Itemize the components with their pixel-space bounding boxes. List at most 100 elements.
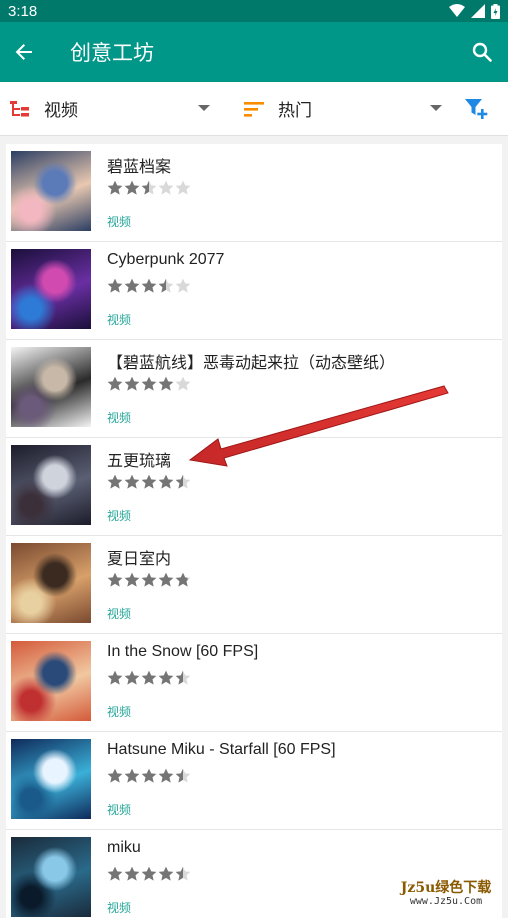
type-filter-dropdown[interactable]: 视频 (0, 82, 220, 135)
star-icon (124, 670, 140, 685)
star-icon (175, 474, 191, 489)
star-icon (107, 768, 123, 783)
watermark: Jz5u绿色下载 www.Jz5u.Com (390, 880, 502, 910)
item-category: 视频 (107, 607, 132, 621)
item-title: In the Snow [60 FPS] (107, 643, 259, 660)
type-filter-label: 视频 (44, 101, 78, 121)
star-icon (158, 278, 174, 293)
item-category: 视频 (107, 215, 132, 229)
star-icon (124, 278, 140, 293)
wallpaper-thumbnail (11, 641, 91, 721)
watermark-title: Jz5u绿色下载 (400, 880, 492, 896)
rating-stars (107, 376, 395, 392)
list-item[interactable]: Hatsune Miku - Starfall [60 FPS] 视频 (6, 732, 502, 830)
star-icon (158, 376, 174, 391)
star-icon (141, 180, 157, 195)
star-icon (175, 768, 191, 783)
tree-type-icon (10, 100, 29, 116)
wallpaper-thumbnail (11, 445, 91, 525)
search-icon (472, 42, 492, 62)
rating-stars (107, 474, 191, 490)
item-title: miku (107, 839, 141, 856)
rating-stars (107, 670, 258, 686)
star-icon (107, 180, 123, 195)
star-icon (107, 670, 123, 685)
star-icon (107, 572, 123, 587)
rating-stars (107, 180, 191, 196)
back-button[interactable] (0, 28, 48, 76)
rating-stars (107, 866, 191, 882)
star-icon (141, 768, 157, 783)
item-category: 视频 (107, 411, 132, 425)
search-button[interactable] (460, 30, 504, 74)
star-icon (124, 572, 140, 587)
star-icon (141, 670, 157, 685)
item-title: 碧蓝档案 (107, 159, 172, 176)
rating-stars (107, 572, 191, 588)
battery-icon (491, 3, 500, 19)
item-info: 【碧蓝航线】恶毒动起来拉（动态壁纸） 视频 (107, 340, 395, 426)
wifi-icon (449, 4, 465, 17)
star-icon (124, 376, 140, 391)
list-item[interactable]: 碧蓝档案 视频 (6, 144, 502, 242)
star-icon (175, 180, 191, 195)
item-info: 五更琉璃 视频 (107, 438, 191, 524)
list-item[interactable]: 五更琉璃 视频 (6, 438, 502, 536)
star-icon (158, 670, 174, 685)
signal-icon (471, 4, 485, 18)
list-item[interactable]: 夏日室内 视频 (6, 536, 502, 634)
star-icon (175, 572, 191, 587)
page-title: 创意工坊 (70, 41, 154, 65)
star-icon (158, 474, 174, 489)
item-title: 【碧蓝航线】恶毒动起来拉（动态壁纸） (107, 355, 396, 372)
sort-filter-dropdown[interactable]: 热门 (220, 82, 442, 135)
status-icons (449, 3, 500, 19)
wallpaper-list: 碧蓝档案 视频 Cyberpunk 2077 视频 【碧蓝航线】恶毒动起来拉（动态壁纸）… (6, 144, 502, 918)
item-title: Hatsune Miku - Starfall [60 FPS] (107, 741, 336, 758)
item-info: Hatsune Miku - Starfall [60 FPS] 视频 (107, 732, 336, 818)
star-icon (175, 670, 191, 685)
list-item[interactable]: Cyberpunk 2077 视频 (6, 242, 502, 340)
item-category: 视频 (107, 509, 132, 523)
item-title: 夏日室内 (107, 551, 172, 568)
list-item[interactable]: In the Snow [60 FPS] 视频 (6, 634, 502, 732)
rating-stars (107, 278, 224, 294)
sort-filter-label: 热门 (278, 101, 312, 121)
item-category: 视频 (107, 313, 132, 327)
star-icon (158, 180, 174, 195)
item-info: 夏日室内 视频 (107, 536, 191, 622)
wallpaper-thumbnail (11, 347, 91, 427)
dropdown-caret-icon (430, 105, 442, 111)
list-item[interactable]: 【碧蓝航线】恶毒动起来拉（动态壁纸） 视频 (6, 340, 502, 438)
status-time: 3:18 (8, 2, 38, 20)
star-icon (141, 376, 157, 391)
star-icon (158, 572, 174, 587)
wallpaper-thumbnail (11, 543, 91, 623)
app-bar: 创意工坊 (0, 22, 508, 82)
star-icon (175, 278, 191, 293)
star-icon (124, 474, 140, 489)
wallpaper-thumbnail (11, 249, 91, 329)
filter-add-icon (465, 98, 488, 119)
star-icon (124, 866, 140, 881)
star-icon (141, 572, 157, 587)
item-info: Cyberpunk 2077 视频 (107, 242, 224, 328)
star-icon (141, 474, 157, 489)
filter-bar: 视频 热门 (0, 82, 508, 136)
star-icon (107, 866, 123, 881)
star-icon (141, 278, 157, 293)
arrow-back-icon (15, 44, 32, 60)
rating-stars (107, 768, 336, 784)
star-icon (107, 376, 123, 391)
item-title: 五更琉璃 (107, 453, 172, 470)
status-bar: 3:18 (0, 0, 508, 22)
add-filter-button[interactable] (452, 82, 502, 135)
star-icon (175, 866, 191, 881)
star-icon (158, 768, 174, 783)
item-category: 视频 (107, 803, 132, 817)
star-icon (158, 866, 174, 881)
wallpaper-thumbnail (11, 739, 91, 819)
item-info: In the Snow [60 FPS] 视频 (107, 634, 258, 720)
dropdown-caret-icon (198, 105, 210, 111)
star-icon (107, 474, 123, 489)
